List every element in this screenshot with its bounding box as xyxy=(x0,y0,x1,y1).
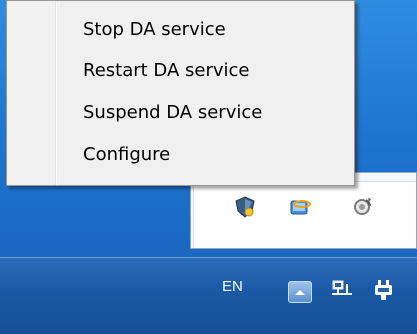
menu-icon-gutter xyxy=(7,1,57,185)
language-indicator[interactable]: EN xyxy=(222,278,243,295)
sync-gear-icon[interactable] xyxy=(351,195,375,219)
network-icon[interactable] xyxy=(330,278,354,302)
security-shield-icon[interactable] xyxy=(233,195,257,219)
show-hidden-icons-button[interactable] xyxy=(288,281,312,303)
da-service-context-menu: Stop DA service Restart DA service Suspe… xyxy=(6,0,355,186)
menu-item-suspend-da-service[interactable]: Suspend DA service xyxy=(83,98,262,128)
menu-item-stop-da-service[interactable]: Stop DA service xyxy=(83,15,226,45)
power-icon[interactable] xyxy=(372,278,396,302)
taskbar: EN xyxy=(0,257,417,334)
menu-item-configure[interactable]: Configure xyxy=(83,140,170,170)
menu-item-restart-da-service[interactable]: Restart DA service xyxy=(83,56,249,86)
chevron-up-icon xyxy=(295,290,305,295)
network-globe-icon[interactable] xyxy=(288,195,312,219)
